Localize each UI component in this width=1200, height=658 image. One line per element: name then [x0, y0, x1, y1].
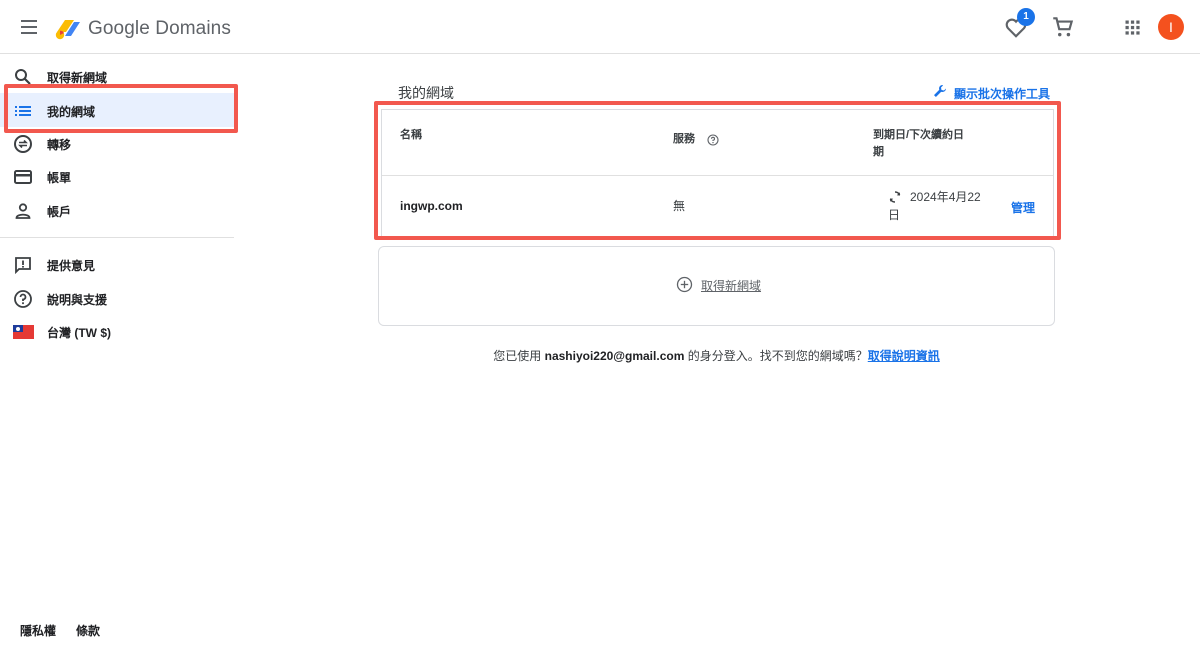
- signed-in-email: nashiyoi220@gmail.com: [544, 349, 685, 363]
- terms-link[interactable]: 條款: [76, 622, 100, 639]
- get-help-link[interactable]: 取得說明資訊: [868, 349, 940, 363]
- sidebar-item-region[interactable]: 台灣 (TW $): [0, 314, 234, 348]
- sidebar-item-label: 取得新網域: [47, 71, 108, 85]
- add-circle-icon: [676, 276, 693, 293]
- add-domain-label: 取得新網域: [701, 279, 762, 293]
- signed-in-prefix: 您已使用: [493, 349, 542, 363]
- sidebar-item-label: 提供意見: [47, 259, 96, 273]
- search-icon: [15, 69, 31, 85]
- top-bar: Google Domains 1 I: [0, 0, 1200, 54]
- account-avatar[interactable]: I: [1158, 14, 1184, 40]
- feedback-icon: [15, 257, 31, 275]
- sidebar-item-account[interactable]: 帳戶: [0, 193, 234, 227]
- favorites-count-badge: 1: [1017, 8, 1035, 26]
- add-domain-card: 取得新網域: [378, 246, 1055, 326]
- domain-expiry-line1: 2024年4月22: [910, 190, 981, 204]
- domain-name[interactable]: ingwp.com: [400, 197, 463, 215]
- privacy-link[interactable]: 隱私權: [20, 622, 56, 639]
- transfer-icon: [14, 135, 32, 153]
- domain-service: 無: [673, 199, 686, 213]
- brand-name[interactable]: Google Domains: [88, 18, 231, 40]
- sidebar-divider: [0, 237, 234, 238]
- sidebar-item-feedback[interactable]: 提供意見: [0, 247, 234, 281]
- sidebar-item-billing[interactable]: 帳單: [0, 159, 234, 193]
- sidebar-item-help[interactable]: 說明與支援: [0, 281, 234, 315]
- wrench-icon: [934, 85, 946, 97]
- domains-table: 名稱 服務 到期日/下次續約日 期 ingwp.com 無 2024年4月22 …: [381, 109, 1054, 237]
- column-header-expiry-line2: 期: [873, 146, 884, 158]
- menu-icon[interactable]: [18, 16, 42, 38]
- sidebar-item-transfer[interactable]: 轉移: [0, 126, 234, 160]
- column-header-service: 服務: [673, 133, 695, 145]
- add-domain-link[interactable]: 取得新網域: [676, 276, 762, 294]
- sidebar-item-label: 轉移: [47, 138, 72, 152]
- help-circle-icon[interactable]: [707, 134, 719, 146]
- column-header-name[interactable]: 名稱: [400, 127, 422, 144]
- taiwan-flag-icon: [13, 325, 34, 339]
- list-icon: [15, 106, 31, 116]
- sidebar-item-get-domain[interactable]: 取得新網域: [0, 59, 234, 93]
- apps-grid-icon[interactable]: [1119, 14, 1145, 40]
- sidebar-item-label: 說明與支援: [47, 293, 108, 307]
- cart-icon[interactable]: [1050, 14, 1076, 40]
- person-icon: [15, 203, 31, 219]
- column-header-expiry: 到期日/下次續約日 期: [873, 127, 964, 161]
- help-icon: [14, 290, 32, 308]
- sidebar-item-label: 台灣 (TW $): [47, 326, 111, 340]
- sidebar-item-label: 我的網域: [47, 105, 96, 119]
- column-header-expiry-line1: 到期日/下次續約日: [873, 129, 965, 141]
- bulk-tools-link[interactable]: 顯示批次操作工具: [933, 85, 1050, 102]
- signed-in-middle: 的身分登入。找不到您的網域嗎？: [687, 349, 868, 363]
- bulk-tools-label: 顯示批次操作工具: [954, 87, 1051, 101]
- domain-expiry-line2: 日: [888, 208, 901, 222]
- page-title: 我的網域: [398, 85, 454, 101]
- google-domains-logo[interactable]: [54, 14, 82, 42]
- credit-card-icon: [14, 170, 32, 184]
- sidebar-item-label: 帳單: [47, 171, 72, 185]
- sidebar-item-label: 帳戶: [47, 205, 72, 219]
- sidebar-item-my-domains[interactable]: 我的網域: [0, 93, 234, 127]
- table-header: 名稱 服務 到期日/下次續約日 期: [382, 110, 1053, 176]
- signed-in-notice: 您已使用 nashiyoi220@gmail.com 的身分登入。找不到您的網域…: [0, 347, 1200, 364]
- manage-button[interactable]: 管理: [1011, 199, 1035, 216]
- auto-renew-icon: [889, 191, 901, 203]
